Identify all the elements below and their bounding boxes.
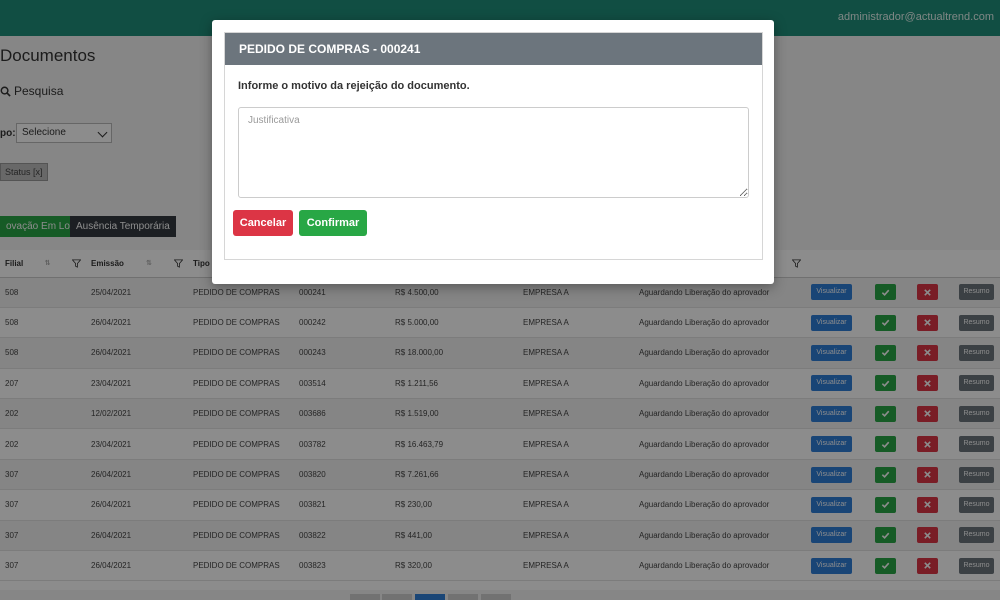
- modal-message: Informe o motivo da rejeição do document…: [238, 80, 470, 92]
- modal-title: PEDIDO DE COMPRAS - 000241: [225, 33, 762, 65]
- cancel-button[interactable]: Cancelar: [233, 210, 293, 236]
- justification-textarea[interactable]: [238, 107, 749, 198]
- confirm-button[interactable]: Confirmar: [299, 210, 367, 236]
- reject-modal: PEDIDO DE COMPRAS - 000241 Informe o mot…: [224, 32, 763, 260]
